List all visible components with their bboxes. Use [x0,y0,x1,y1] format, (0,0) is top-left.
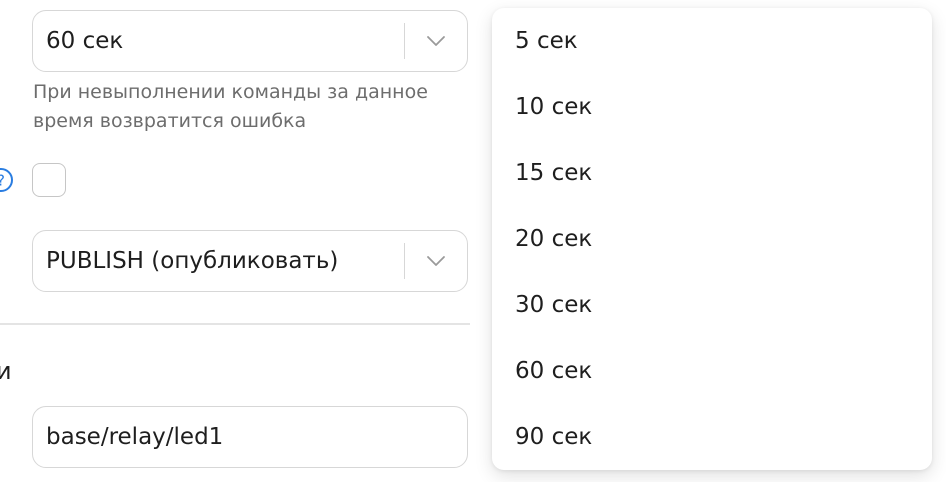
method-select[interactable]: PUBLISH (опубликовать) [32,230,468,292]
dropdown-option[interactable]: 20 сек [492,206,932,272]
method-select-value: PUBLISH (опубликовать) [46,248,339,274]
dropdown-option[interactable]: 60 сек [492,338,932,404]
chevron-down-icon[interactable] [405,231,467,291]
dropdown-option[interactable]: 5 сек [492,8,932,74]
settings-panel: 60 сек При невыполнении команды за данно… [0,0,946,482]
timeout-hint: При невыполнении команды за данное время… [33,81,428,132]
dropdown-option[interactable]: 15 сек [492,140,932,206]
section-divider [0,323,470,325]
chevron-down-icon[interactable] [405,11,467,71]
topic-input[interactable]: base/relay/led1 [32,406,468,468]
question-circle-icon[interactable]: ? [0,167,14,193]
dropdown-option[interactable]: 10 сек [492,74,932,140]
dropdown-option[interactable]: 90 сек [492,404,932,470]
dropdown-option[interactable]: 30 сек [492,272,932,338]
timeout-select[interactable]: 60 сек [32,10,468,72]
option-checkbox[interactable] [32,163,66,197]
svg-text:?: ? [0,172,5,190]
timeout-select-value: 60 сек [46,28,124,54]
timeout-dropdown-menu: 5 сек 10 сек 15 сек 20 сек 30 сек 60 сек 90 се… [492,8,932,470]
section-label: и [0,357,12,385]
dropdown-options: 5 сек 10 сек 15 сек 20 сек 30 сек 60 сек 90 се… [492,8,932,470]
